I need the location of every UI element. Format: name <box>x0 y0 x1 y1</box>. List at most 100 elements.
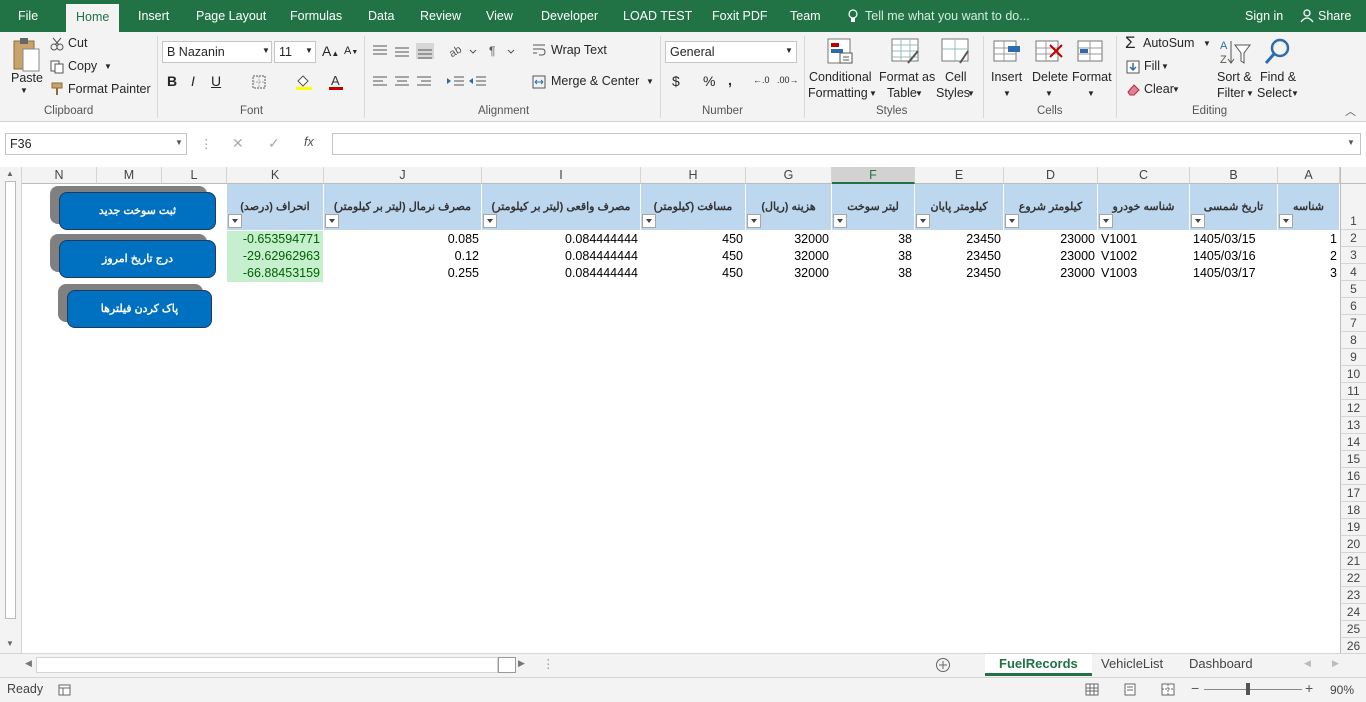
find-select-button[interactable]: Find & <box>1260 70 1296 84</box>
row-header[interactable]: 13 <box>1340 417 1366 434</box>
column-header-j[interactable]: J <box>324 167 482 184</box>
fill-color-icon[interactable] <box>295 74 313 90</box>
cell-distance[interactable]: 450 <box>641 265 746 282</box>
cell-date[interactable]: 1405/03/15 <box>1193 231 1278 248</box>
autosum-button[interactable]: AutoSum <box>1143 36 1194 50</box>
fill-button[interactable]: Fill <box>1144 59 1160 73</box>
conditional-formatting-button[interactable]: Conditional <box>809 70 872 84</box>
next-sheet-icon[interactable]: ▶ <box>1332 658 1339 669</box>
row-header[interactable]: 6 <box>1340 298 1366 315</box>
macro-record-icon[interactable] <box>58 684 71 696</box>
number-format-select[interactable]: General <box>665 41 797 63</box>
row-header[interactable]: 14 <box>1340 434 1366 451</box>
tab-file[interactable]: File <box>18 0 38 32</box>
insert-today-date-button[interactable]: درج تاریخ امروز <box>59 240 216 278</box>
scroll-up-icon[interactable]: ▲ <box>6 169 14 178</box>
prev-sheet-icon[interactable]: ◀ <box>1304 658 1311 669</box>
filter-dropdown-e[interactable] <box>916 214 930 228</box>
collapse-ribbon-icon[interactable]: ︿ <box>1345 103 1356 119</box>
cell-cost[interactable]: 32000 <box>746 231 832 248</box>
zoom-slider-thumb[interactable] <box>1246 683 1250 695</box>
filter-dropdown-a[interactable] <box>1279 214 1293 228</box>
row-header[interactable]: 2 <box>1340 230 1366 247</box>
cell-date[interactable]: 1405/03/17 <box>1193 265 1278 282</box>
cell-end-km[interactable]: 23450 <box>915 248 1004 265</box>
column-header-b[interactable]: B <box>1190 167 1278 184</box>
cell-id[interactable]: 1 <box>1278 231 1340 248</box>
share-button[interactable]: Share <box>1318 0 1351 32</box>
grow-font-icon[interactable]: A▲ <box>322 43 339 59</box>
tab-insert[interactable]: Insert <box>138 0 169 32</box>
cell-fuel-liters[interactable]: 38 <box>832 248 915 265</box>
cell-normal-consumption[interactable]: 0.12 <box>324 248 482 265</box>
page-layout-view-icon[interactable] <box>1123 683 1137 696</box>
cell-actual-consumption[interactable]: 0.084444444 <box>482 248 641 265</box>
row-header[interactable]: 15 <box>1340 451 1366 468</box>
column-header-l[interactable]: L <box>162 167 227 184</box>
tab-team[interactable]: Team <box>790 0 821 32</box>
row-header[interactable]: 9 <box>1340 349 1366 366</box>
scroll-thumb[interactable] <box>5 181 16 619</box>
name-box[interactable]: F36 <box>5 133 187 155</box>
sheet-tab-vehiclelist[interactable]: VehicleList <box>1087 654 1177 676</box>
paste-button[interactable]: Paste <box>11 71 43 85</box>
insert-button[interactable]: Insert <box>991 70 1022 84</box>
copy-dropdown-icon[interactable]: ▼ <box>104 62 112 71</box>
horizontal-align-icons[interactable] <box>371 75 435 89</box>
bold-button[interactable]: B <box>167 73 177 89</box>
horizontal-scrollbar[interactable] <box>36 657 498 673</box>
italic-button[interactable]: I <box>191 73 195 89</box>
new-sheet-plus-icon[interactable] <box>935 657 951 673</box>
sign-in-link[interactable]: Sign in <box>1245 0 1283 32</box>
filter-dropdown-g[interactable] <box>747 214 761 228</box>
row-header[interactable]: 5 <box>1340 281 1366 298</box>
sort-filter-button[interactable]: Sort & <box>1217 70 1252 84</box>
tab-view[interactable]: View <box>486 0 513 32</box>
clear-filters-button[interactable]: پاک کردن فیلترها <box>67 290 212 328</box>
column-header-e[interactable]: E <box>915 167 1004 184</box>
cancel-icon[interactable]: ✕ <box>232 135 244 152</box>
cell-styles-button[interactable]: Cell <box>945 70 967 84</box>
font-color-icon[interactable]: A <box>328 74 344 90</box>
cell-normal-consumption[interactable]: 0.085 <box>324 231 482 248</box>
row-header[interactable]: 25 <box>1340 621 1366 638</box>
cell-end-km[interactable]: 23450 <box>915 231 1004 248</box>
tell-me-search[interactable]: Tell me what you want to do... <box>865 0 1030 32</box>
formula-input[interactable] <box>332 133 1361 155</box>
filter-dropdown-d[interactable] <box>1005 214 1019 228</box>
row-header-1[interactable]: 1 <box>1340 184 1366 230</box>
scroll-thumb[interactable] <box>498 657 516 673</box>
row-header[interactable]: 11 <box>1340 383 1366 400</box>
scroll-left-icon[interactable]: ◀ <box>25 658 32 669</box>
cell-distance[interactable]: 450 <box>641 231 746 248</box>
row-header[interactable]: 19 <box>1340 519 1366 536</box>
comma-button[interactable]: , <box>728 72 732 88</box>
row-header[interactable]: 17 <box>1340 485 1366 502</box>
tab-foxit-pdf[interactable]: Foxit PDF <box>712 0 768 32</box>
cell-id[interactable]: 3 <box>1278 265 1340 282</box>
filter-dropdown-b[interactable] <box>1191 214 1205 228</box>
filter-dropdown-c[interactable] <box>1099 214 1113 228</box>
normal-view-icon[interactable] <box>1085 683 1099 696</box>
cell-cost[interactable]: 32000 <box>746 265 832 282</box>
cell-vehicle-id[interactable]: V1001 <box>1101 231 1190 248</box>
column-header-n[interactable]: N <box>22 167 97 184</box>
select-all-corner[interactable] <box>1340 167 1366 184</box>
text-direction-icon[interactable]: ¶ <box>488 43 518 59</box>
scroll-down-icon[interactable]: ▼ <box>6 639 14 648</box>
column-header-d[interactable]: D <box>1004 167 1098 184</box>
cell-deviation[interactable]: -29.62962963 <box>227 248 323 265</box>
filter-dropdown-i[interactable] <box>483 214 497 228</box>
tab-page-layout[interactable]: Page Layout <box>196 0 266 32</box>
copy-button[interactable]: Copy <box>68 59 97 73</box>
sheet-tab-dashboard[interactable]: Dashboard <box>1175 654 1267 676</box>
row-header[interactable]: 16 <box>1340 468 1366 485</box>
column-header-c[interactable]: C <box>1098 167 1190 184</box>
cell-vehicle-id[interactable]: V1002 <box>1101 248 1190 265</box>
borders-icon[interactable] <box>252 75 266 89</box>
cell-actual-consumption[interactable]: 0.084444444 <box>482 231 641 248</box>
column-header-i[interactable]: I <box>482 167 641 184</box>
tab-review[interactable]: Review <box>420 0 461 32</box>
row-header[interactable]: 3 <box>1340 247 1366 264</box>
row-header[interactable]: 4 <box>1340 264 1366 281</box>
